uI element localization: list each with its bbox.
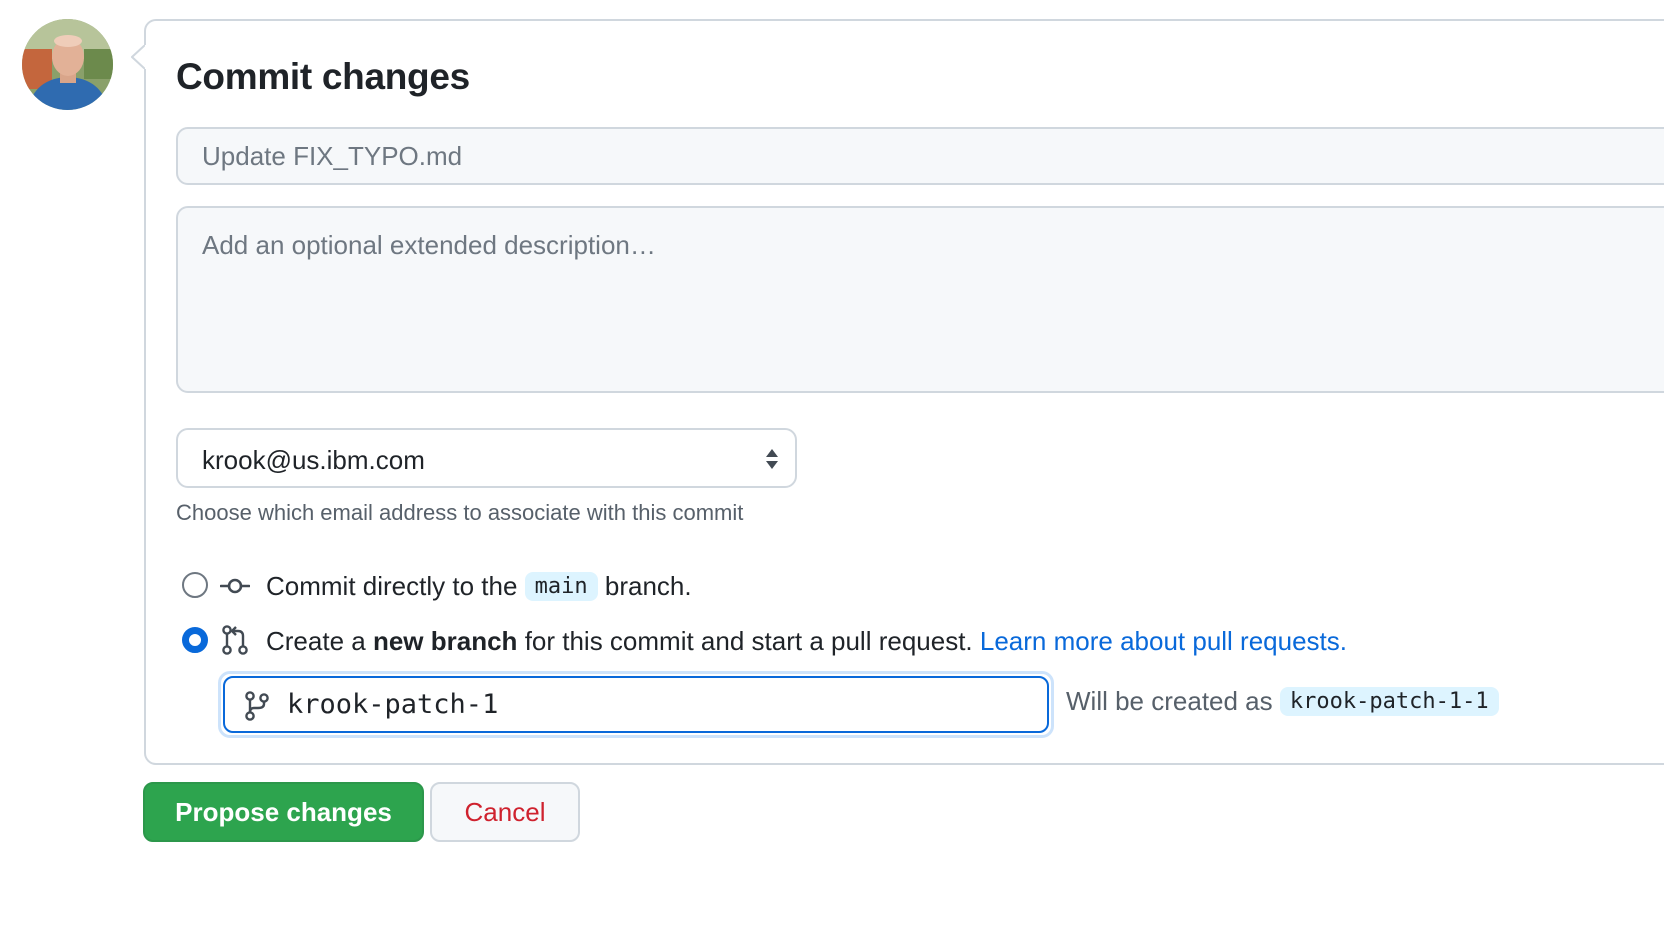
email-select[interactable]: krook@us.ibm.com [176, 428, 797, 488]
option-direct-prefix: Commit directly to the [266, 571, 518, 601]
propose-changes-button[interactable]: Propose changes [143, 782, 424, 842]
git-commit-icon [220, 578, 250, 594]
avatar [22, 19, 113, 110]
panel-caret [131, 45, 155, 69]
branch-name-input[interactable]: krook-patch-1 [223, 676, 1049, 733]
commit-summary-input[interactable] [176, 127, 1664, 185]
option-direct-suffix: branch. [604, 571, 692, 601]
git-pull-request-icon [222, 625, 248, 655]
option-new-branch-label[interactable]: Create a new branch for this commit and … [266, 626, 1347, 657]
option-new-prefix: Create a [266, 626, 366, 656]
will-be-created-note: Will be created as krook-patch-1-1 [1066, 686, 1499, 717]
email-select-value: krook@us.ibm.com [202, 445, 425, 475]
option-new-suffix: for this commit and start a pull request… [524, 626, 973, 656]
commit-description-textarea[interactable] [176, 206, 1664, 393]
branch-name-focus-ring: krook-patch-1 [218, 671, 1054, 738]
will-be-created-label: Will be created as [1066, 686, 1273, 716]
option-new-bold: new branch [372, 626, 518, 656]
radio-commit-direct[interactable] [182, 572, 208, 598]
option-commit-direct-label[interactable]: Commit directly to the main branch. [266, 571, 692, 602]
git-branch-icon [245, 691, 269, 721]
select-arrows-icon [766, 449, 778, 469]
branch-main-chip: main [524, 572, 598, 601]
radio-new-branch[interactable] [182, 627, 208, 653]
learn-more-link[interactable]: Learn more about pull requests. [980, 626, 1347, 656]
email-hint: Choose which email address to associate … [176, 500, 744, 525]
cancel-button[interactable]: Cancel [430, 782, 580, 842]
new-branch-name-chip: krook-patch-1-1 [1279, 687, 1499, 716]
page-title: Commit changes [176, 56, 470, 97]
branch-name-value: krook-patch-1 [287, 689, 499, 720]
